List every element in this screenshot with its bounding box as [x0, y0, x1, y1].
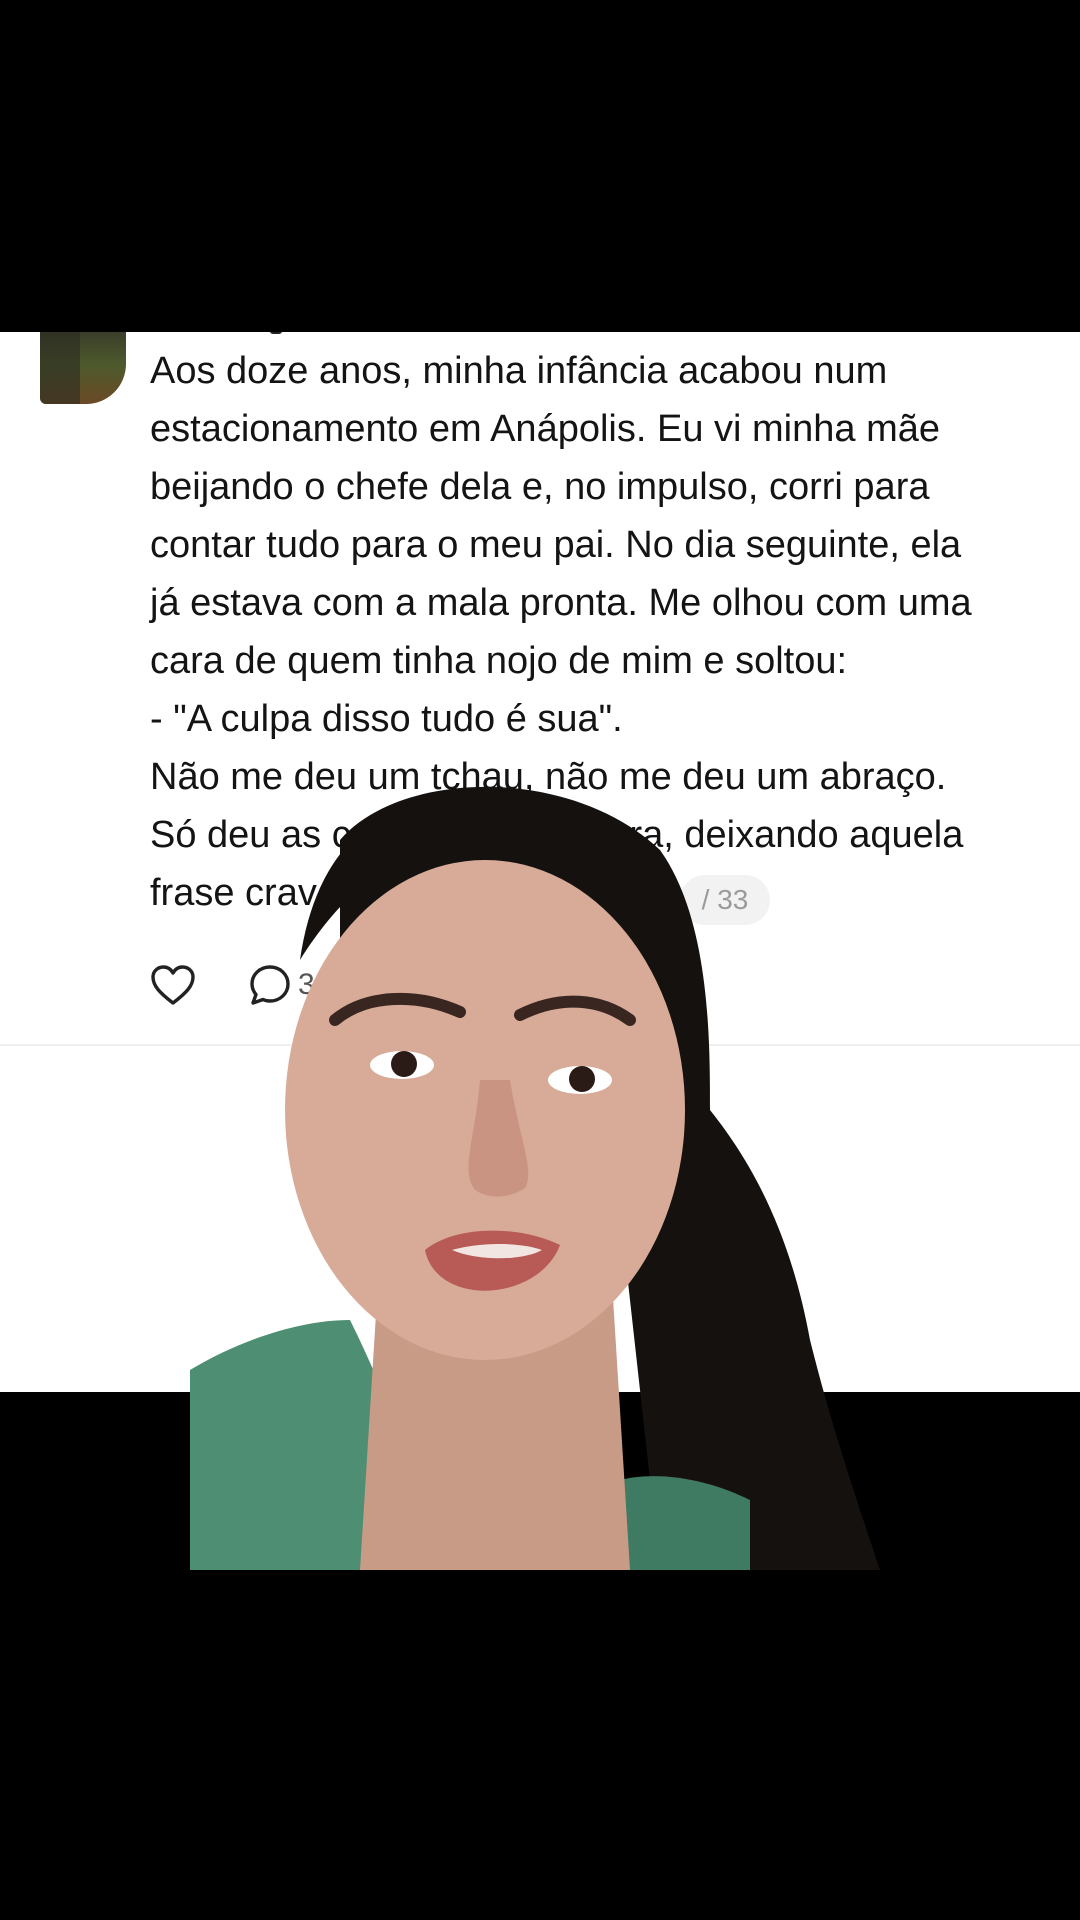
post-line: já estava com a mala pronta. Me olhou co… — [150, 582, 972, 624]
pupil-right — [569, 1066, 595, 1092]
username-cropped — [150, 332, 470, 338]
video-frame: Aos doze anos, minha infância acabou num… — [0, 0, 1080, 1920]
pupil-left — [391, 1051, 417, 1077]
speaker-cutout — [190, 786, 880, 1570]
post-line: Aos doze anos, minha infância acabou num — [150, 350, 888, 392]
avatar[interactable] — [40, 332, 126, 404]
post-line: beijando o chefe dela e, no impulso, cor… — [150, 466, 930, 508]
avatar-shade — [40, 332, 80, 404]
post-line: estacionamento em Anápolis. Eu vi minha … — [150, 408, 940, 450]
post-line: cara de quem tinha nojo de mim e soltou: — [150, 640, 848, 682]
post-line: - "A culpa disso tudo é sua". — [150, 698, 623, 740]
post-line: contar tudo para o meu pai. No dia segui… — [150, 524, 962, 566]
